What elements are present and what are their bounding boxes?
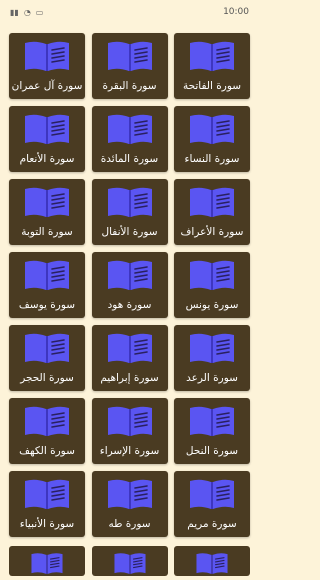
open-book-icon xyxy=(106,405,154,439)
surah-card[interactable]: سورة هود xyxy=(91,252,168,318)
surah-card[interactable]: سورة الحجر xyxy=(9,325,85,391)
open-book-icon xyxy=(23,113,71,147)
surah-card[interactable]: سورة يوسف xyxy=(9,252,85,318)
open-book-icon xyxy=(188,332,236,366)
surah-card[interactable]: سورة الإسراء xyxy=(91,398,168,464)
surah-card[interactable]: سورة النحل xyxy=(174,398,250,464)
open-book-icon xyxy=(188,405,236,439)
surah-card-partial[interactable] xyxy=(9,546,85,576)
status-icons: ▮▮ ◔ ▭ xyxy=(10,8,43,17)
surah-label: سورة مريم xyxy=(187,518,237,530)
surah-card[interactable]: سورة المائدة xyxy=(91,106,168,172)
surah-card-partial[interactable] xyxy=(174,546,250,576)
status-bar: ▮▮ ◔ ▭ 10:00 xyxy=(0,0,259,24)
signal-icon: ▮▮ xyxy=(10,7,19,17)
open-book-icon xyxy=(188,113,236,147)
surah-card[interactable]: سورة يونس xyxy=(174,252,250,318)
surah-label: سورة الكهف xyxy=(19,445,75,457)
surah-label: سورة يونس xyxy=(185,299,239,311)
surah-card[interactable]: سورة طه xyxy=(91,471,168,537)
open-book-icon xyxy=(188,186,236,220)
surah-label: سورة الرعد xyxy=(186,372,238,384)
surah-grid: سورة الفاتحة سورة البقرة سورة آل عمران سورة… xyxy=(9,33,250,537)
surah-card-partial[interactable] xyxy=(91,546,168,576)
surah-card[interactable]: سورة مريم xyxy=(174,471,250,537)
surah-label: سورة آل عمران xyxy=(11,80,83,92)
surah-card[interactable]: سورة إبراهيم xyxy=(91,325,168,391)
surah-label: سورة التوبة xyxy=(21,226,73,238)
open-book-icon xyxy=(106,186,154,220)
open-book-icon xyxy=(106,478,154,512)
surah-label: سورة هود xyxy=(107,299,152,311)
status-time: 10:00 xyxy=(223,7,249,17)
open-book-icon xyxy=(23,552,71,576)
surah-card[interactable]: سورة الأنعام xyxy=(9,106,85,172)
surah-card[interactable]: سورة آل عمران xyxy=(9,33,85,99)
surah-label: سورة الحجر xyxy=(20,372,74,384)
surah-label: سورة يوسف xyxy=(18,299,76,311)
surah-card[interactable]: سورة النساء xyxy=(174,106,250,172)
open-book-icon xyxy=(106,259,154,293)
open-book-icon xyxy=(106,552,154,576)
surah-card[interactable]: سورة الفاتحة xyxy=(174,33,250,99)
open-book-icon xyxy=(23,405,71,439)
open-book-icon xyxy=(106,40,154,74)
surah-label: سورة الأنبياء xyxy=(19,518,75,530)
surah-label: سورة المائدة xyxy=(100,153,159,165)
open-book-icon xyxy=(23,186,71,220)
open-book-icon xyxy=(188,259,236,293)
surah-label: سورة الإسراء xyxy=(99,445,160,457)
surah-card[interactable]: سورة الأنفال xyxy=(91,179,168,245)
surah-card[interactable]: سورة الكهف xyxy=(9,398,85,464)
surah-label: سورة البقرة xyxy=(102,80,157,92)
surah-card[interactable]: سورة التوبة xyxy=(9,179,85,245)
surah-label: سورة النحل xyxy=(185,445,239,457)
surah-grid-next-row xyxy=(9,546,250,576)
surah-card[interactable]: سورة البقرة xyxy=(91,33,168,99)
surah-label: سورة الفاتحة xyxy=(182,80,242,92)
open-book-icon xyxy=(106,113,154,147)
open-book-icon xyxy=(188,478,236,512)
surah-label: سورة النساء xyxy=(184,153,240,165)
open-book-icon xyxy=(106,332,154,366)
wifi-icon: ◔ xyxy=(23,7,31,17)
surah-label: سورة الأنفال xyxy=(101,226,158,238)
surah-label: سورة الأنعام xyxy=(19,153,75,165)
surah-label: سورة الأعراف xyxy=(180,226,244,238)
battery-icon: ▭ xyxy=(35,7,44,17)
surah-label: سورة طه xyxy=(108,518,151,530)
open-book-icon xyxy=(23,40,71,74)
surah-card[interactable]: سورة الأنبياء xyxy=(9,471,85,537)
open-book-icon xyxy=(188,40,236,74)
surah-label: سورة إبراهيم xyxy=(100,372,159,384)
surah-card[interactable]: سورة الأعراف xyxy=(174,179,250,245)
open-book-icon xyxy=(23,478,71,512)
open-book-icon xyxy=(23,332,71,366)
surah-card[interactable]: سورة الرعد xyxy=(174,325,250,391)
open-book-icon xyxy=(188,552,236,576)
open-book-icon xyxy=(23,259,71,293)
